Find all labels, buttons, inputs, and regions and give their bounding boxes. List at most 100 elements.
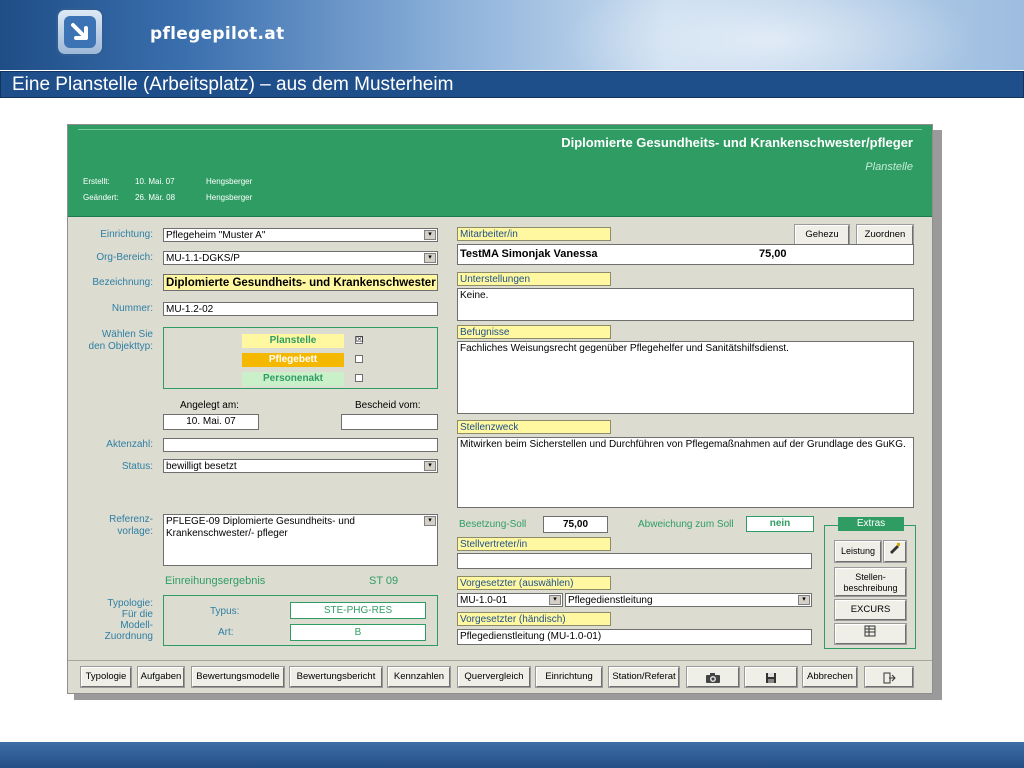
bewertungsmodelle-button[interactable]: Bewertungsmodelle <box>191 666 285 688</box>
changed-date: 26. Mär. 08 <box>135 193 176 202</box>
besetzung-label: Besetzung-Soll <box>459 519 527 530</box>
objekttyp-label-2: den Objekttyp: <box>88 341 153 352</box>
zuordnen-button[interactable]: Zuordnen <box>856 224 914 246</box>
status-label: Status: <box>121 461 153 472</box>
objekttyp-pflegebett[interactable]: Pflegebett <box>242 353 344 367</box>
dropdown-arrow-icon[interactable]: ▾ <box>424 516 436 526</box>
art-label: Art: <box>218 627 234 638</box>
dropdown-arrow-icon[interactable]: ▾ <box>549 595 561 605</box>
art-field: B <box>290 624 426 641</box>
befugnisse-field[interactable]: Fachliches Weisungsrecht gegenüber Pfleg… <box>457 341 914 414</box>
vorgesetzter-code-select[interactable]: MU-1.0-01 ▾ <box>457 593 563 607</box>
referenz-label-1: Referenz- <box>109 514 153 525</box>
stellvertreter-label: Stellvertreter/in <box>457 537 611 551</box>
created-by: Hengsberger <box>206 177 253 186</box>
stellenzweck-label: Stellenzweck <box>457 420 611 434</box>
typus-label: Typus: <box>210 606 240 617</box>
referenz-select[interactable]: PFLEGE-09 Diplomierte Gesundheits- und K… <box>163 514 438 566</box>
quervergleich-button[interactable]: Quervergleich <box>457 666 531 688</box>
stellvertreter-field[interactable] <box>457 553 812 569</box>
dropdown-arrow-icon[interactable]: ▾ <box>424 253 436 263</box>
stellenzweck-field[interactable]: Mitwirken beim Sicherstellen und Durchfü… <box>457 437 914 508</box>
besetzung-field[interactable]: 75,00 <box>543 516 608 533</box>
bescheid-label: Bescheid vom: <box>355 400 421 411</box>
abbrechen-button[interactable]: Abbrechen <box>802 666 858 688</box>
vorgesetzter-name: Pflegedienstleitung <box>568 595 653 606</box>
slide-title-bar: Eine Planstelle (Arbeitsplatz) – aus dem… <box>0 71 1024 98</box>
status-value: bewilligt besetzt <box>166 461 237 472</box>
referenz-label-2: vorlage: <box>117 526 153 537</box>
dropdown-arrow-icon[interactable]: ▾ <box>424 230 436 240</box>
org-bereich-value: MU-1.1-DGKS/P <box>166 253 240 264</box>
created-date: 10. Mai. 07 <box>135 177 175 186</box>
einrichtung-value: Pflegeheim "Muster A" <box>166 230 266 241</box>
objekttyp-label-1: Wählen Sie <box>101 329 153 340</box>
vorgesetzter-code: MU-1.0-01 <box>460 595 508 606</box>
station-referat-button[interactable]: Station/Referat <box>608 666 680 688</box>
aktenzahl-label: Aktenzahl: <box>106 439 153 450</box>
einrichtung-label: Einrichtung: <box>100 229 153 240</box>
leistung-button[interactable]: Leistung <box>834 540 882 563</box>
aufgaben-button[interactable]: Aufgaben <box>137 666 185 688</box>
footer-bar <box>0 742 1024 768</box>
vorgesetzter-haendisch-label: Vorgesetzter (händisch) <box>457 612 611 626</box>
typologie-button[interactable]: Typologie <box>80 666 132 688</box>
abweichung-field: nein <box>746 516 814 532</box>
mitarbeiter-field[interactable]: TestMA Simonjak Vanessa 75,00 <box>457 244 914 265</box>
objekttyp-planstelle[interactable]: Planstelle <box>242 334 344 348</box>
created-label: Erstellt: <box>83 177 110 186</box>
nummer-field[interactable]: MU-1.2-02 <box>163 302 438 316</box>
excurs-button[interactable]: EXCURS <box>834 599 907 621</box>
mitarbeiter-value: 75,00 <box>759 248 787 260</box>
typologie-label-2: Für die <box>121 609 153 620</box>
personenakt-checkbox[interactable] <box>355 374 363 382</box>
typologie-label-4: Zuordnung <box>104 631 153 642</box>
typologie-group: Typus: STE-PHG-RES Art: B <box>163 595 438 646</box>
typologie-label-1: Typologie: <box>107 598 153 609</box>
bezeichnung-label: Bezeichnung: <box>92 277 153 288</box>
unterstellungen-field[interactable]: Keine. <box>457 288 914 321</box>
objekttyp-personenakt[interactable]: Personenakt <box>242 372 344 386</box>
exit-icon[interactable] <box>864 666 914 688</box>
pflegepilot-logo <box>56 8 104 56</box>
save-icon[interactable] <box>744 666 798 688</box>
planstelle-checkbox[interactable]: ☒ <box>355 336 363 344</box>
typus-field: STE-PHG-RES <box>290 602 426 619</box>
bezeichnung-field[interactable]: Diplomierte Gesundheits- und Krankenschw… <box>163 274 438 291</box>
dropdown-arrow-icon[interactable]: ▾ <box>424 461 436 471</box>
mitarbeiter-name: TestMA Simonjak Vanessa <box>460 248 598 260</box>
einrichtung-button[interactable]: Einrichtung <box>535 666 603 688</box>
org-bereich-select[interactable]: MU-1.1-DGKS/P ▾ <box>163 251 438 265</box>
kennzahlen-button[interactable]: Kennzahlen <box>387 666 451 688</box>
stellenbeschreibung-label-2: beschreibung <box>843 583 898 593</box>
unterstellungen-label: Unterstellungen <box>457 272 611 286</box>
objekttyp-group: Planstelle ☒ Pflegebett Personenakt <box>163 327 438 389</box>
einrichtung-select[interactable]: Pflegeheim "Muster A" ▾ <box>163 228 438 242</box>
bescheid-field[interactable] <box>341 414 438 430</box>
befugnisse-label: Befugnisse <box>457 325 611 339</box>
extras-label: Extras <box>838 517 904 531</box>
bewertungsbericht-button[interactable]: Bewertungsbericht <box>289 666 383 688</box>
status-select[interactable]: bewilligt besetzt ▾ <box>163 459 438 473</box>
vorgesetzter-haendisch-field[interactable]: Pflegedienstleitung (MU-1.0-01) <box>457 629 812 645</box>
typologie-label-3: Modell- <box>120 620 153 631</box>
table-icon[interactable] <box>834 623 907 645</box>
dropdown-arrow-icon[interactable]: ▾ <box>798 595 810 605</box>
angelegt-label: Angelegt am: <box>180 400 239 411</box>
abweichung-label: Abweichung zum Soll <box>638 519 734 530</box>
aktenzahl-field[interactable] <box>163 438 438 452</box>
angelegt-field[interactable]: 10. Mai. 07 <box>163 414 259 430</box>
referenz-value: PFLEGE-09 Diplomierte Gesundheits- und K… <box>166 516 355 539</box>
form-title: Diplomierte Gesundheits- und Krankenschw… <box>561 135 913 150</box>
brand-name: pflegepilot.at <box>150 24 285 44</box>
camera-icon[interactable] <box>686 666 740 688</box>
edit-icon[interactable] <box>883 540 907 563</box>
vorgesetzter-label: Vorgesetzter (auswählen) <box>457 576 611 590</box>
einreihung-label: Einreihungsergebnis <box>165 575 266 587</box>
stellenbeschreibung-button[interactable]: Stellen- beschreibung <box>834 567 907 597</box>
gehezu-button[interactable]: Gehezu <box>794 224 850 246</box>
vorgesetzter-name-select[interactable]: Pflegedienstleitung ▾ <box>565 593 812 607</box>
pflegebett-checkbox[interactable] <box>355 355 363 363</box>
form-subtitle: Planstelle <box>865 161 913 173</box>
nummer-label: Nummer: <box>111 303 153 314</box>
